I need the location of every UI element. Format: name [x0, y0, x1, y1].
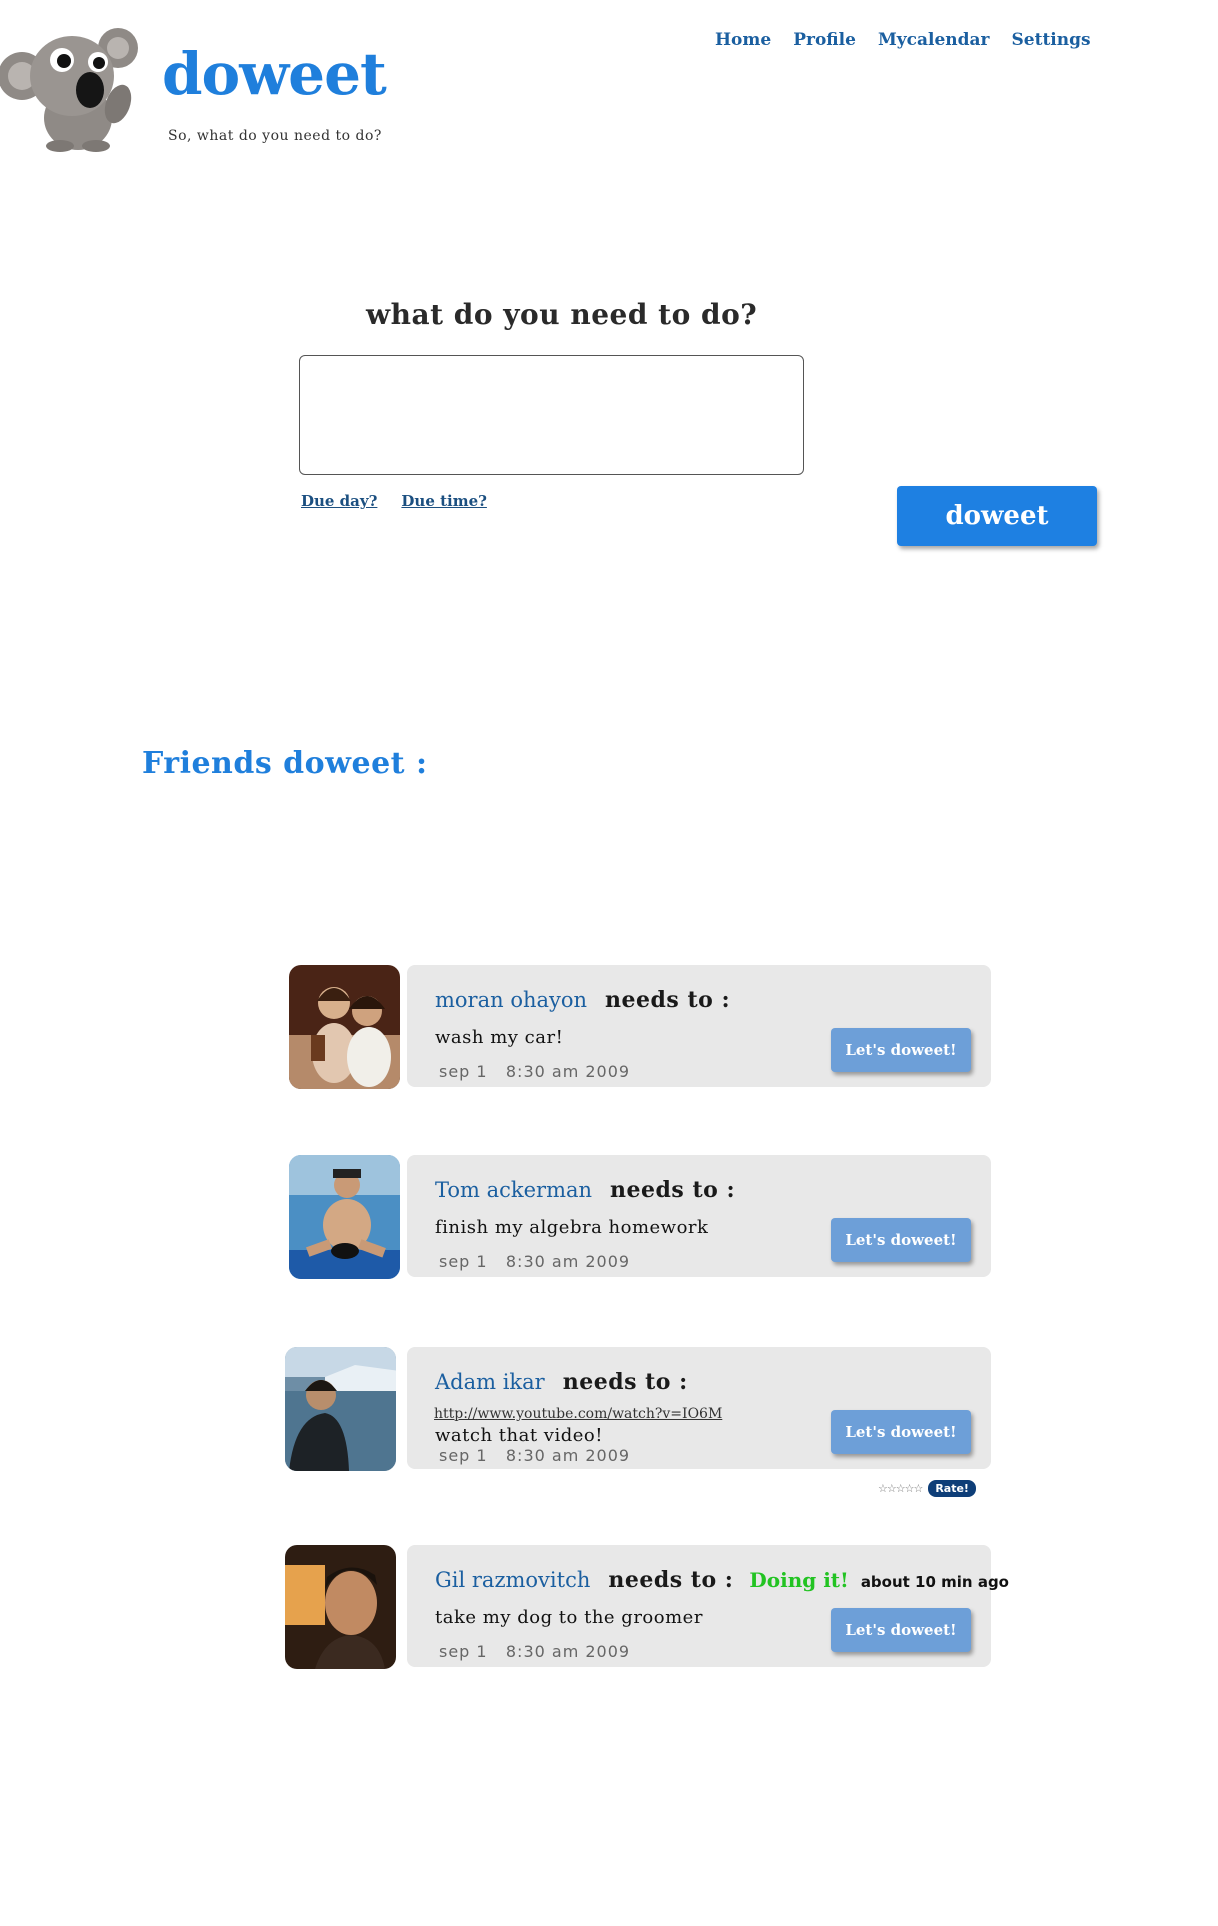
logo-wordmark: doweet [162, 40, 387, 108]
avatar[interactable] [289, 1155, 400, 1279]
friends-heading: Friends doweet : [142, 746, 428, 781]
doweet-card: Adam ikar needs to : http://www.youtube.… [407, 1347, 991, 1469]
timestamp-time: 8:30 am 2009 [505, 1252, 631, 1271]
task-text: wash my car! [435, 1027, 564, 1048]
needs-to-label: needs to : [608, 1567, 734, 1593]
feed-item: Gil razmovitch needs to : Doing it! abou… [285, 1545, 1009, 1670]
avatar[interactable] [285, 1347, 396, 1471]
timestamp-date: sep 1 [439, 1446, 488, 1465]
nav-settings-link[interactable]: Settings [1012, 30, 1091, 50]
timestamp-date: sep 1 [439, 1252, 488, 1271]
status-doing-it: Doing it! [749, 1568, 849, 1592]
nav-home-link[interactable]: Home [715, 30, 771, 50]
lets-doweet-button[interactable]: Let's doweet! [831, 1218, 971, 1262]
tagline: So, what do you need to do? [168, 128, 382, 144]
rating-row: ☆☆☆☆☆ Rate! [878, 1480, 976, 1497]
compose-title: what do you need to do? [366, 298, 758, 331]
needs-to-label: needs to : [605, 987, 731, 1013]
nav-profile-link[interactable]: Profile [793, 30, 856, 50]
feed-item: moran ohayon needs to : wash my car! sep… [285, 965, 991, 1090]
koala-logo-icon [0, 18, 140, 153]
task-text: take my dog to the groomer [435, 1607, 703, 1628]
video-url-link[interactable]: http://www.youtube.com/watch?v=IO6M [434, 1406, 722, 1422]
doweet-card: Gil razmovitch needs to : Doing it! abou… [407, 1545, 1009, 1667]
status-time: about 10 min ago [860, 1573, 1009, 1591]
lets-doweet-button[interactable]: Let's doweet! [831, 1410, 971, 1454]
friend-name-link[interactable]: Tom ackerman [435, 1178, 592, 1202]
lets-doweet-button[interactable]: Let's doweet! [831, 1608, 971, 1652]
doweet-submit-button[interactable]: doweet [897, 486, 1097, 546]
timestamp: sep 1 8:30 am 2009 [439, 1642, 630, 1661]
friend-name-link[interactable]: moran ohayon [435, 988, 587, 1012]
due-day-link[interactable]: Due day? [301, 492, 377, 510]
timestamp-time: 8:30 am 2009 [505, 1642, 631, 1661]
top-nav: Home Profile Mycalendar Settings [715, 30, 1113, 50]
task-input[interactable] [299, 355, 804, 475]
timestamp-date: sep 1 [439, 1062, 488, 1081]
timestamp-time: 8:30 am 2009 [505, 1062, 631, 1081]
due-time-link[interactable]: Due time? [401, 492, 487, 510]
friend-name-link[interactable]: Adam ikar [435, 1370, 545, 1394]
timestamp: sep 1 8:30 am 2009 [439, 1062, 630, 1081]
task-text: watch that video! [435, 1425, 603, 1446]
needs-to-label: needs to : [610, 1177, 736, 1203]
needs-to-label: needs to : [562, 1369, 688, 1395]
lets-doweet-button[interactable]: Let's doweet! [831, 1028, 971, 1072]
task-text: finish my algebra homework [435, 1217, 709, 1238]
timestamp: sep 1 8:30 am 2009 [439, 1446, 630, 1465]
avatar[interactable] [289, 965, 400, 1089]
rate-button[interactable]: Rate! [928, 1480, 976, 1497]
doweet-card: moran ohayon needs to : wash my car! sep… [407, 965, 991, 1087]
timestamp: sep 1 8:30 am 2009 [439, 1252, 630, 1271]
avatar[interactable] [285, 1545, 396, 1669]
feed-item: Adam ikar needs to : http://www.youtube.… [285, 1347, 991, 1472]
friend-name-link[interactable]: Gil razmovitch [435, 1568, 590, 1592]
doweet-card: Tom ackerman needs to : finish my algebr… [407, 1155, 991, 1277]
due-links: Due day? Due time? [301, 492, 487, 510]
nav-mycalendar-link[interactable]: Mycalendar [878, 30, 990, 50]
star-rating-icon[interactable]: ☆☆☆☆☆ [878, 1482, 923, 1495]
timestamp-date: sep 1 [439, 1642, 488, 1661]
feed-item: Tom ackerman needs to : finish my algebr… [285, 1155, 991, 1280]
timestamp-time: 8:30 am 2009 [505, 1446, 631, 1465]
